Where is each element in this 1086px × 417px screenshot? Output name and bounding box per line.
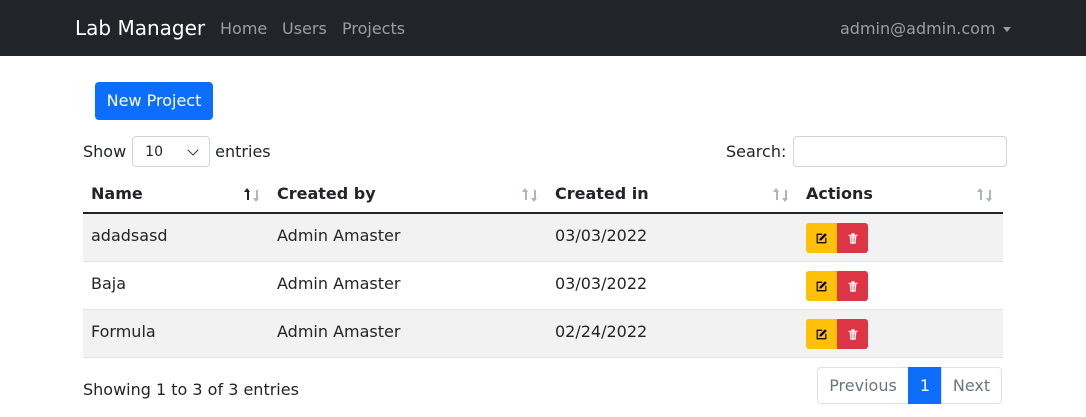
entries-label: entries [215,142,271,161]
cell-name: adadsasd [91,226,168,245]
table-row: adadsasd Admin Amaster 03/03/2022 [83,214,1003,262]
cell-created-in: 03/03/2022 [555,226,648,245]
nav-link-home[interactable]: Home [220,18,267,40]
user-email: admin@admin.com [840,19,996,38]
cell-created-in: 02/24/2022 [555,322,648,341]
table-header: Name Created by Created in Actions [83,174,1003,214]
user-menu-dropdown[interactable]: admin@admin.com [840,18,1011,40]
edit-icon [816,280,827,291]
nav-link-users[interactable]: Users [282,18,327,40]
sort-arrows-icon[interactable] [772,188,792,202]
entries-per-page-select[interactable]: 10 [132,136,211,167]
cell-created-in: 03/03/2022 [555,274,648,293]
edit-button[interactable] [806,319,837,349]
show-label: Show [83,142,127,161]
cell-name: Formula [91,322,156,341]
pagination-page-1[interactable]: 1 [908,367,942,404]
chevron-down-icon [187,143,199,156]
search-control: Search: [726,136,1008,167]
cell-created-by: Admin Amaster [277,274,401,293]
trash-icon [848,328,857,340]
delete-button[interactable] [837,319,868,349]
sort-ascending-icon[interactable] [243,188,263,202]
brand-link[interactable]: Lab Manager [75,15,205,41]
sort-arrows-icon[interactable] [521,188,541,202]
table-info: Showing 1 to 3 of 3 entries [83,380,299,399]
pagination-previous[interactable]: Previous [817,367,909,404]
entries-per-page-value: 10 [145,143,163,160]
column-header-created-by[interactable]: Created by [277,174,376,214]
delete-button[interactable] [837,223,868,253]
new-project-button[interactable]: New Project [95,82,213,120]
cell-created-by: Admin Amaster [277,322,401,341]
caret-down-icon [1002,27,1011,32]
cell-created-by: Admin Amaster [277,226,401,245]
column-header-created-in[interactable]: Created in [555,174,649,214]
entries-length-control: Show 10 entries [83,136,271,167]
column-header-actions[interactable]: Actions [806,174,873,214]
trash-icon [848,232,857,244]
trash-icon [848,280,857,292]
projects-table: Name Created by Created in Actions adads… [83,174,1003,358]
sort-arrows-icon[interactable] [976,188,996,202]
edit-icon [816,328,827,339]
search-input[interactable] [793,136,1008,167]
delete-button[interactable] [837,271,868,301]
table-row: Formula Admin Amaster 02/24/2022 [83,310,1003,358]
edit-icon [816,232,827,243]
column-header-name[interactable]: Name [91,174,143,214]
pagination: Previous 1 Next [817,367,1002,404]
edit-button[interactable] [806,223,837,253]
pagination-next[interactable]: Next [941,367,1002,404]
cell-name: Baja [91,274,127,293]
navbar: Lab Manager Home Users Projects admin@ad… [0,0,1086,56]
search-label: Search: [726,142,787,161]
edit-button[interactable] [806,271,837,301]
table-row: Baja Admin Amaster 03/03/2022 [83,262,1003,310]
nav-link-projects[interactable]: Projects [342,18,405,40]
